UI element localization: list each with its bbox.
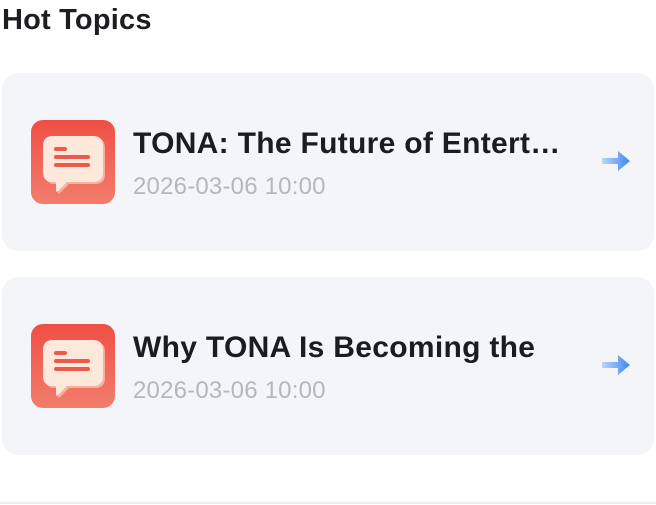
arrow-right-icon[interactable] (600, 148, 632, 174)
chat-bubble-icon (31, 120, 115, 204)
divider (0, 502, 656, 504)
topic-title: Why TONA Is Becoming the (133, 331, 536, 364)
arrow-right-icon[interactable] (600, 352, 632, 378)
topic-timestamp: 2026-03-06 10:00 (133, 377, 326, 404)
topic-timestamp: 2026-03-06 10:00 (133, 173, 326, 200)
chat-bubble-icon (31, 324, 115, 408)
topic-title: TONA: The Future of Entertainment (133, 127, 573, 160)
topic-card[interactable]: Why TONA Is Becoming the 2026-03-06 10:0… (2, 277, 654, 455)
topic-card[interactable]: TONA: The Future of Entertainment 2026-0… (2, 73, 654, 251)
section-title: Hot Topics (2, 4, 152, 36)
